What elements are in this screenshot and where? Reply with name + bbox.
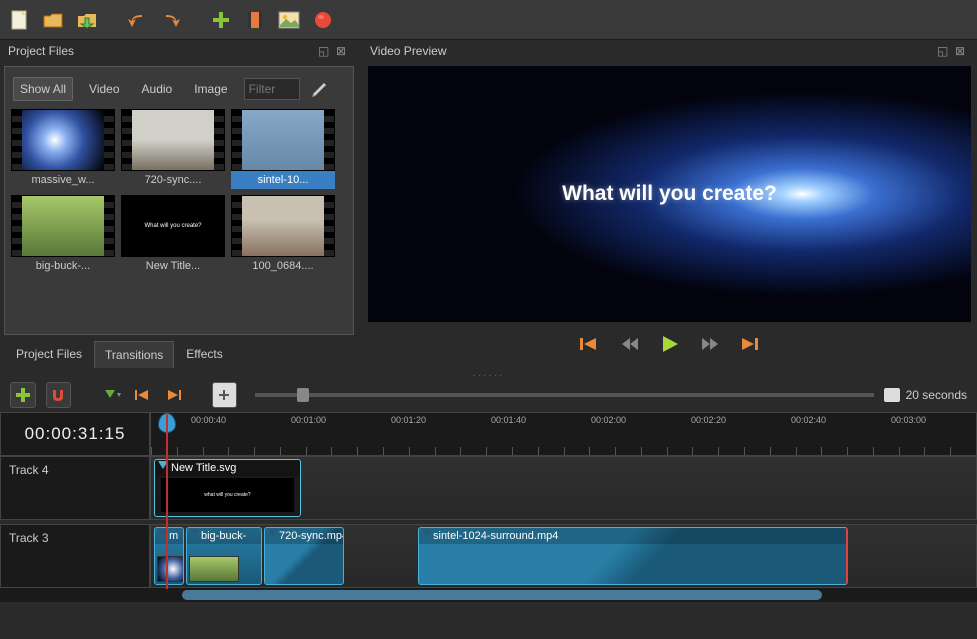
clip-marker-icon <box>158 461 168 471</box>
filter-audio[interactable]: Audio <box>136 78 179 100</box>
thumb-bigbuck[interactable]: big-buck-... <box>11 195 115 275</box>
filter-image[interactable]: Image <box>188 78 233 100</box>
snap-button[interactable] <box>46 382 72 408</box>
preview-undock-icon[interactable]: ◱ <box>937 44 951 58</box>
new-file-button[interactable] <box>6 7 32 33</box>
undo-button[interactable] <box>124 7 150 33</box>
track-4: Track 4 New Title.svg what will you crea… <box>0 456 977 520</box>
undock-icon[interactable]: ◱ <box>318 44 332 58</box>
zoom-handle[interactable] <box>297 388 309 402</box>
track-3-header[interactable]: Track 3 <box>0 524 150 588</box>
redo-button[interactable] <box>158 7 184 33</box>
video-preview-title: Video Preview <box>370 44 447 58</box>
project-files-panel: Project Files ◱ ⊠ Show All Video Audio I… <box>0 40 358 370</box>
filter-video[interactable]: Video <box>83 78 125 100</box>
save-file-button[interactable] <box>74 7 100 33</box>
play-controls <box>368 322 971 366</box>
video-preview-title-bar: Video Preview ◱ ⊠ <box>362 40 977 62</box>
close-panel-icon[interactable]: ⊠ <box>336 44 350 58</box>
track-3: Track 3 m big-buck- 720-sync.mp4 <box>0 524 977 588</box>
zoom-ticket-icon <box>884 388 900 402</box>
clip-marker-icon <box>422 529 432 539</box>
main-toolbar <box>0 0 977 40</box>
tab-project-files[interactable]: Project Files <box>6 341 92 368</box>
preview-close-icon[interactable]: ⊠ <box>955 44 969 58</box>
zoom-label: 20 seconds <box>906 388 967 402</box>
thumb-massive[interactable]: massive_w... <box>11 109 115 189</box>
clip-marker-icon <box>268 529 278 539</box>
film-button[interactable] <box>242 7 268 33</box>
timeline: 00:00:31:15 00:00:40 00:01:00 00:01:20 0… <box>0 412 977 602</box>
video-preview-panel: Video Preview ◱ ⊠ What will you create? <box>358 40 977 370</box>
project-files-title: Project Files <box>8 44 74 58</box>
import-files-button[interactable] <box>208 7 234 33</box>
picture-button[interactable] <box>276 7 302 33</box>
clip-marker-icon <box>158 529 168 539</box>
jump-start-button[interactable] <box>579 333 601 355</box>
marker-dropdown[interactable] <box>101 384 123 406</box>
project-files-filter-bar: Show All Video Audio Image <box>11 73 347 109</box>
play-button[interactable] <box>659 333 681 355</box>
clear-filter-icon[interactable] <box>310 80 328 98</box>
prev-marker-button[interactable] <box>133 384 155 406</box>
splitter[interactable]: ······ <box>0 370 977 378</box>
timecode[interactable]: 00:00:31:15 <box>0 412 150 456</box>
thumb-newtitle[interactable]: What will you create? New Title... <box>121 195 225 275</box>
tab-effects[interactable]: Effects <box>176 341 232 368</box>
thumb-100-0684[interactable]: 100_0684.... <box>231 195 335 275</box>
tab-transitions[interactable]: Transitions <box>94 341 174 368</box>
center-playhead-button[interactable] <box>212 382 238 408</box>
clip-m[interactable]: m <box>154 527 184 585</box>
preview-canvas[interactable]: What will you create? <box>368 66 971 322</box>
next-marker-button[interactable] <box>164 384 186 406</box>
filter-input[interactable] <box>244 78 300 100</box>
track-3-body[interactable]: m big-buck- 720-sync.mp4 sintel-1024-sur… <box>150 524 977 588</box>
track-4-body[interactable]: New Title.svg what will you create? <box>150 456 977 520</box>
project-files-thumbnails: massive_w... 720-sync.... sintel-10... b… <box>11 109 347 275</box>
rewind-button[interactable] <box>619 333 641 355</box>
thumb-720sync[interactable]: 720-sync.... <box>121 109 225 189</box>
project-files-title-bar: Project Files ◱ ⊠ <box>0 40 358 62</box>
project-bottom-tabs: Project Files Transitions Effects <box>0 339 358 370</box>
filter-show-all[interactable]: Show All <box>13 77 73 101</box>
timeline-hscrollbar[interactable] <box>0 588 977 602</box>
ruler[interactable]: 00:00:40 00:01:00 00:01:20 00:01:40 00:0… <box>150 412 977 456</box>
record-button[interactable] <box>310 7 336 33</box>
clip-bigbuck[interactable]: big-buck- <box>186 527 262 585</box>
open-file-button[interactable] <box>40 7 66 33</box>
timeline-toolbar: 20 seconds <box>0 378 977 412</box>
jump-end-button[interactable] <box>739 333 761 355</box>
clip-720sync[interactable]: 720-sync.mp4 <box>264 527 344 585</box>
clip-sintel[interactable]: sintel-1024-surround.mp4 <box>418 527 848 585</box>
preview-text: What will you create? <box>562 182 777 206</box>
playhead-head[interactable] <box>158 413 176 433</box>
timeline-hscrollbar-thumb[interactable] <box>182 590 822 600</box>
clip-marker-icon <box>190 529 200 539</box>
track-4-header[interactable]: Track 4 <box>0 456 150 520</box>
clip-new-title[interactable]: New Title.svg what will you create? <box>154 459 301 517</box>
thumb-sintel[interactable]: sintel-10... <box>231 109 335 189</box>
fast-forward-button[interactable] <box>699 333 721 355</box>
zoom-slider[interactable] <box>255 393 873 397</box>
add-track-button[interactable] <box>10 382 36 408</box>
